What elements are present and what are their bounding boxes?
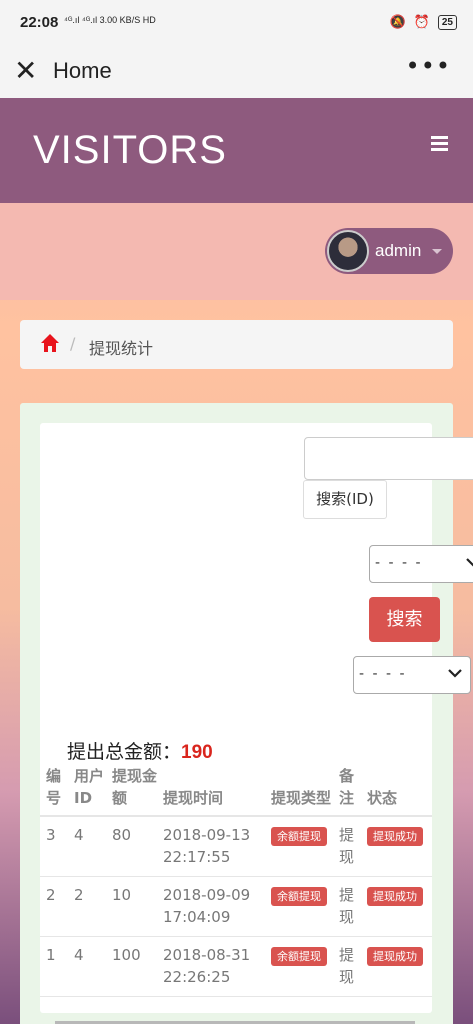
cell-type: 余额提现 <box>265 876 333 937</box>
status-time: 22:08 <box>20 14 59 31</box>
battery-icon: 25 <box>437 14 457 30</box>
table-row: 2 2 10 2018-09-09 17:04:09 余额提现 提现 提现成功 <box>40 876 432 937</box>
cell-time: 2018-09-09 17:04:09 <box>157 876 265 937</box>
cell-user-id: 2 <box>68 876 106 937</box>
status-badge: 提现成功 <box>367 947 423 966</box>
menu-icon[interactable] <box>431 136 448 154</box>
caret-down-icon <box>432 249 442 254</box>
col-user-id: 用户ID <box>68 765 106 817</box>
cell-note: 提现 <box>333 876 361 937</box>
search-button[interactable]: 搜索 <box>369 597 440 642</box>
cell-type: 余额提现 <box>265 816 333 877</box>
brand-logo[interactable]: VISITORS <box>33 128 227 173</box>
app-bar-title: Home <box>53 58 112 83</box>
breadcrumb-current: 提现统计 <box>89 339 154 358</box>
cell-status: 提现成功 <box>361 936 432 997</box>
breadcrumb: / 提现统计 <box>20 320 453 369</box>
avatar <box>327 230 369 272</box>
cell-note: 提现 <box>333 936 361 997</box>
cell-user-id: 4 <box>68 816 106 877</box>
col-amount: 提现金额 <box>106 765 157 817</box>
status-right: 🔕 ⏰ 25 <box>389 14 457 30</box>
status-badge: 提现成功 <box>367 887 423 906</box>
col-id: 编号 <box>40 765 68 817</box>
table-row: 3 4 80 2018-09-13 22:17:55 余额提现 提现 提现成功 <box>40 816 432 877</box>
cell-status: 提现成功 <box>361 816 432 877</box>
cell-status: 提现成功 <box>361 876 432 937</box>
site-header: VISITORS <box>0 98 473 203</box>
more-icon[interactable]: ••• <box>406 52 451 80</box>
select-2-value: - - - - <box>359 666 407 682</box>
withdraw-table: 编号 用户ID 提现金额 提现时间 提现类型 备注 状态 3 4 80 2018 <box>40 765 432 997</box>
filter-select-2[interactable]: - - - - <box>353 656 471 694</box>
col-status: 状态 <box>361 765 432 817</box>
cell-id: 2 <box>40 876 68 937</box>
cell-type: 余额提现 <box>265 936 333 997</box>
chevron-down-icon <box>466 558 473 567</box>
status-badge: 提现成功 <box>367 827 423 846</box>
cell-user-id: 4 <box>68 936 106 997</box>
user-bar: admin <box>0 203 473 300</box>
col-note: 备注 <box>333 765 361 817</box>
app-bar: ✕ Home ••• <box>0 46 473 98</box>
type-badge: 余额提现 <box>271 887 327 906</box>
user-menu-button[interactable]: admin <box>325 228 453 274</box>
type-badge: 余额提现 <box>271 827 327 846</box>
alarm-icon: ⏰ <box>413 14 430 29</box>
user-name: admin <box>375 241 422 260</box>
select-1-value: - - - - <box>375 555 423 571</box>
cell-id: 1 <box>40 936 68 997</box>
table-header-row: 编号 用户ID 提现金额 提现时间 提现类型 备注 状态 <box>40 765 432 817</box>
signal-indicators: ⁴ᴳ.ıl ⁴ᴳ.ıl 3.00 KB/S HD <box>64 15 156 25</box>
col-type: 提现类型 <box>265 765 333 817</box>
type-badge: 余额提现 <box>271 947 327 966</box>
cell-amount: 100 <box>106 936 157 997</box>
cell-id: 3 <box>40 816 68 877</box>
chevron-down-icon <box>448 669 462 678</box>
content-panel: 搜索(ID) - - - - 搜索 - - - - 提出总金额：190 编号 用… <box>20 403 473 1024</box>
total-value: 190 <box>181 742 213 763</box>
cell-amount: 10 <box>106 876 157 937</box>
breadcrumb-separator: / <box>70 334 76 353</box>
id-search-input[interactable] <box>304 437 473 480</box>
status-bar: 22:08 ⁴ᴳ.ıl ⁴ᴳ.ıl 3.00 KB/S HD 🔕 ⏰ 25 <box>0 0 473 46</box>
mute-icon: 🔕 <box>389 14 406 29</box>
withdraw-card: 搜索(ID) - - - - 搜索 - - - - 提出总金额：190 编号 用… <box>40 423 473 1013</box>
total-amount: 提出总金额：190 <box>67 737 213 764</box>
cell-time: 2018-09-13 22:17:55 <box>157 816 265 877</box>
cell-note: 提现 <box>333 816 361 877</box>
col-time: 提现时间 <box>157 765 265 817</box>
home-icon[interactable] <box>40 333 60 353</box>
id-search-button[interactable]: 搜索(ID) <box>303 480 387 519</box>
filter-select-1[interactable]: - - - - <box>369 545 473 583</box>
cell-time: 2018-08-31 22:26:25 <box>157 936 265 997</box>
close-icon[interactable]: ✕ <box>14 54 37 87</box>
table-row: 1 4 100 2018-08-31 22:26:25 余额提现 提现 提现成功 <box>40 936 432 997</box>
page: VISITORS admin / 提现统计 搜索(ID) - - - - 搜索 … <box>0 98 473 1024</box>
total-label: 提出总金额： <box>67 741 182 763</box>
cell-amount: 80 <box>106 816 157 877</box>
